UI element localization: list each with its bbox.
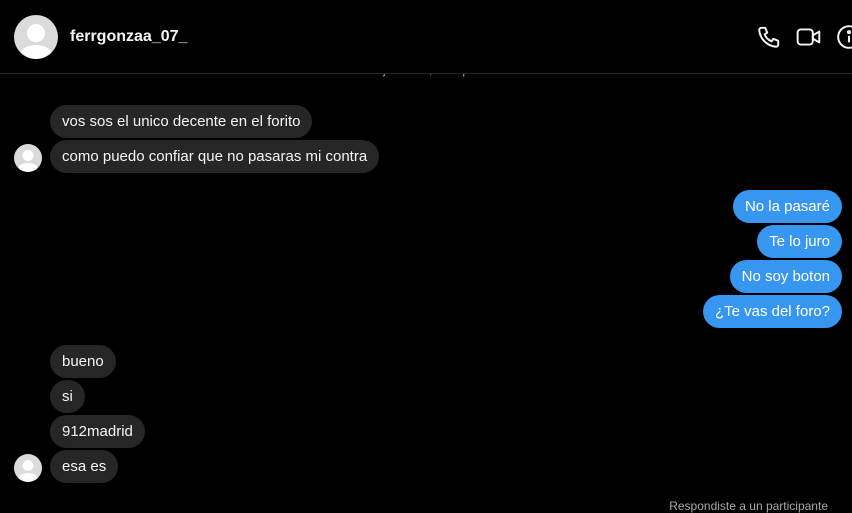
outgoing-message[interactable]: No soy boton: [729, 260, 842, 293]
outgoing-message[interactable]: No la pasaré: [732, 190, 842, 223]
incoming-message[interactable]: esa es: [50, 450, 119, 483]
incoming-message[interactable]: como puedo confiar que no pasaras mi con…: [50, 140, 380, 173]
reply-status: Respondiste a un participante: [669, 499, 828, 513]
incoming-message[interactable]: si: [50, 380, 85, 413]
incoming-message[interactable]: vos sos el unico decente en el forito: [50, 105, 313, 138]
profile-avatar[interactable]: [14, 15, 58, 59]
chat-header: ferrgonzaa_07_: [0, 0, 852, 74]
incoming-message[interactable]: 912madrid: [50, 415, 145, 448]
info-icon[interactable]: [836, 24, 852, 50]
incoming-message[interactable]: bueno: [50, 345, 116, 378]
sender-avatar[interactable]: [14, 454, 42, 482]
sender-avatar[interactable]: [14, 144, 42, 172]
outgoing-message[interactable]: Te lo juro: [757, 225, 842, 258]
username[interactable]: ferrgonzaa_07_: [70, 28, 187, 46]
outgoing-message[interactable]: ¿Te vas del foro?: [702, 295, 842, 328]
phone-icon[interactable]: [756, 24, 782, 50]
video-camera-icon[interactable]: [796, 24, 822, 50]
